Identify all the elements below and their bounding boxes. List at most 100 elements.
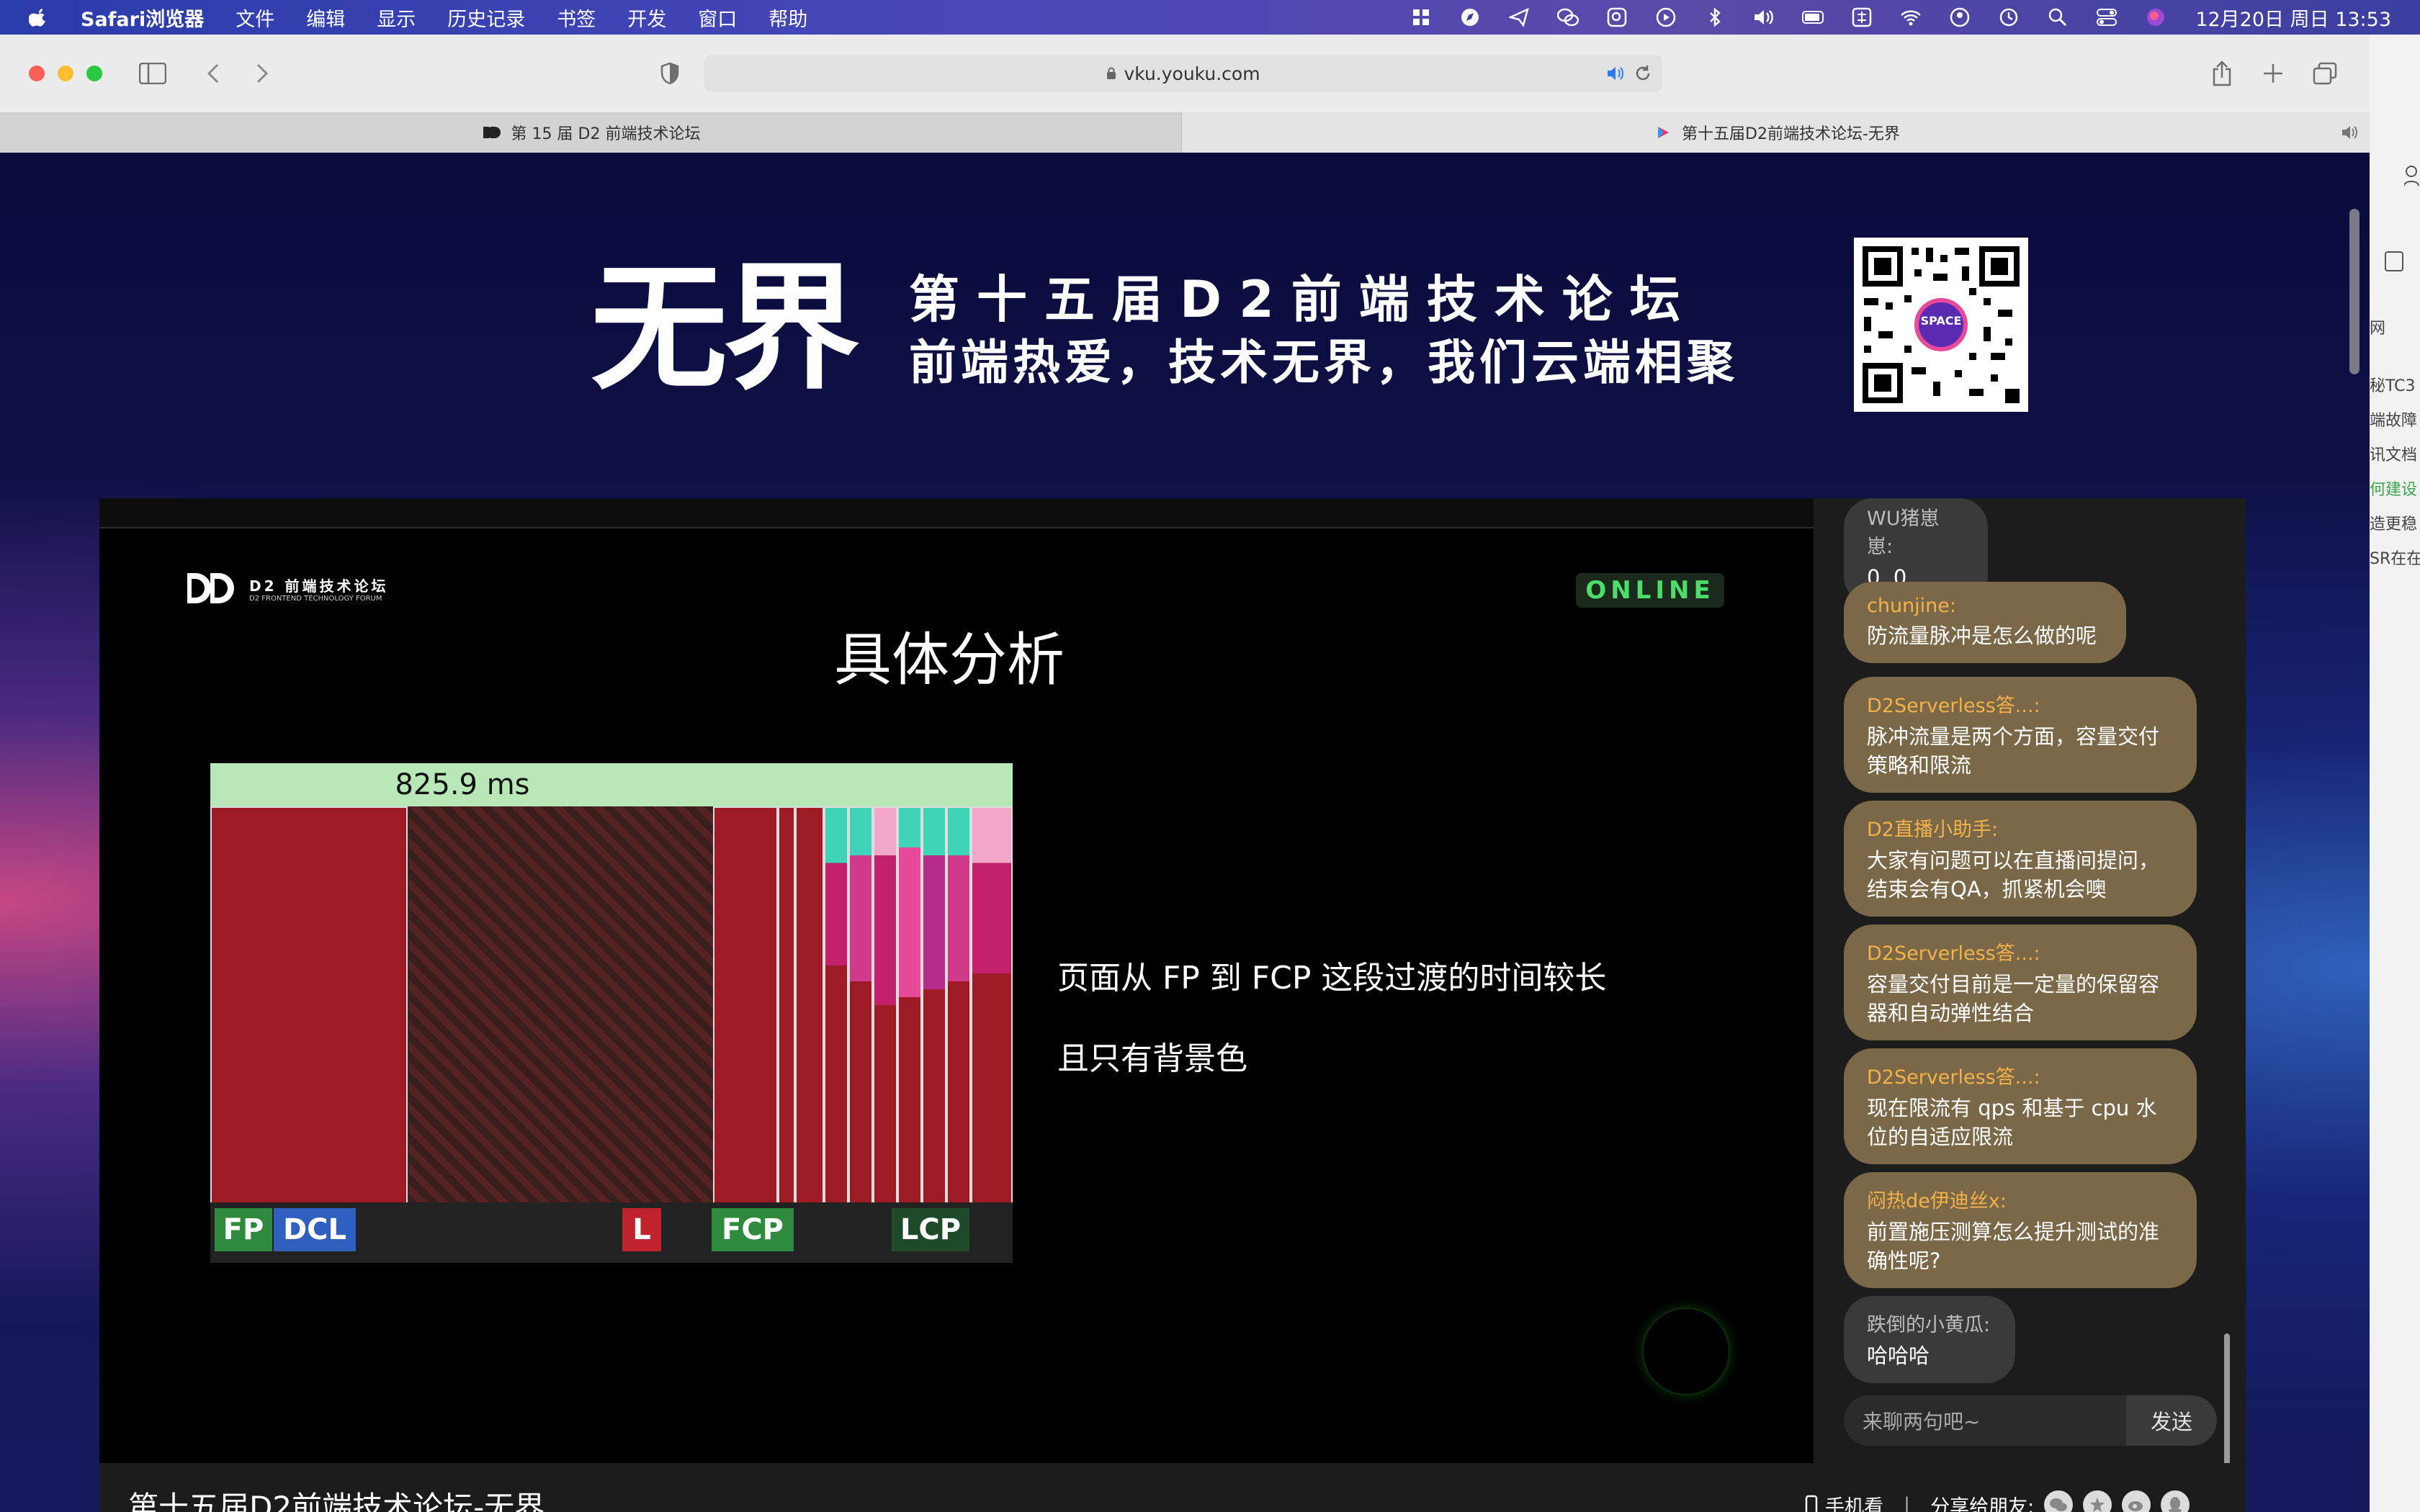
menu-edit[interactable]: 编辑 [306, 4, 345, 32]
filmstrip-frame [873, 806, 897, 1204]
wechat-share-icon[interactable] [2044, 1490, 2074, 1512]
peek-row: SR在在 [2370, 550, 2420, 568]
banner-slogan: 前端热爱，技术无界，我们云端相聚 [909, 335, 1739, 390]
filmstrip-frame [713, 806, 778, 1204]
mobile-watch-link[interactable]: 手机看 [1825, 1491, 1883, 1512]
chat-username: D2直播小助手: [1867, 819, 1999, 841]
wifi-icon[interactable] [1900, 6, 1922, 28]
forward-icon[interactable] [248, 59, 277, 88]
timing-header-right [714, 763, 1013, 806]
peek-user-icon [2403, 164, 2420, 190]
apple-icon[interactable] [29, 6, 49, 27]
safari-window: vku.youku.com 第 15 届 D2 前端技术论坛 第十五届D2前端技… [0, 35, 2370, 1512]
close-window-button[interactable] [29, 66, 45, 81]
url-text: vku.youku.com [1124, 63, 1260, 84]
menu-file[interactable]: 文件 [236, 4, 274, 32]
menu-history[interactable]: 历史记录 [447, 4, 525, 32]
chat-text: 脉冲流量是两个方面，容量交付策略和限流 [1867, 724, 2160, 778]
tab-label: 第十五届D2前端技术论坛-无界 [1682, 125, 1900, 143]
tab-d2-forum[interactable]: 第 15 届 D2 前端技术论坛 [0, 112, 1182, 153]
chat-message: chunjine: 防流量脉冲是怎么做的呢 [1844, 582, 2126, 663]
input-method-icon[interactable] [1851, 6, 1873, 28]
new-tab-icon[interactable] [2259, 59, 2287, 88]
reload-icon[interactable] [1634, 64, 1652, 83]
filmstrip-frame [778, 806, 795, 1204]
chat-input[interactable]: 来聊两句吧~ [1844, 1395, 2126, 1446]
play-icon[interactable] [1655, 6, 1677, 28]
youku-favicon-icon [1652, 125, 1675, 140]
lock-icon [1107, 67, 1116, 79]
tab-audio-icon[interactable] [1606, 65, 1626, 82]
share-icon[interactable] [2208, 59, 2236, 88]
menu-view[interactable]: 显示 [377, 4, 416, 32]
share-area: 手机看 | 分享给朋友: [1805, 1490, 2190, 1512]
filmstrip-frame [922, 806, 946, 1204]
tab-d2-wujie[interactable]: 第十五届D2前端技术论坛-无界 [1182, 112, 2370, 153]
send-button[interactable]: 发送 [2126, 1395, 2217, 1446]
weibo-share-icon[interactable] [2122, 1490, 2151, 1512]
slide-text-line1: 页面从 FP 到 FCP 这段过渡的时间较长 [1057, 960, 1607, 996]
chat-username: D2Serverless答...: [1867, 942, 2040, 965]
battery-icon[interactable] [1802, 6, 1824, 28]
menu-develop[interactable]: 开发 [627, 4, 666, 32]
browser-toolbar: vku.youku.com [0, 35, 2370, 113]
wechat-icon[interactable] [1557, 6, 1579, 28]
banner-logo: 无界 [591, 249, 860, 408]
tab-speaker-icon[interactable] [2341, 125, 2360, 140]
fullscreen-window-button[interactable] [86, 66, 102, 81]
send-icon[interactable] [1508, 6, 1530, 28]
chat-username: chunjine: [1867, 595, 1957, 617]
siri-icon[interactable] [2145, 6, 2166, 28]
tab-overview-icon[interactable] [2311, 59, 2339, 88]
control-center-icon[interactable] [2096, 6, 2118, 28]
spotlight-icon[interactable] [2047, 6, 2069, 28]
slide-title: 具体分析 [834, 626, 1065, 693]
marker-fp: FP [215, 1208, 272, 1251]
d2-logo-text: D2 前端技术论坛 [249, 577, 389, 595]
marker-lcp: LCP [892, 1208, 969, 1251]
page-scrollbar[interactable] [2349, 209, 2360, 374]
search-app-icon[interactable] [1606, 6, 1628, 28]
chat-text: 哈哈哈 [1867, 1344, 1930, 1368]
chat-message: D2直播小助手: 大家有问题可以在直播间提问，结束会有QA，抓紧机会噢 [1844, 801, 2197, 917]
web-page: 无界 第十五届D2前端技术论坛 前端热爱，技术无界，我们云端相聚 SPACE D… [0, 153, 2370, 1512]
minimize-window-button[interactable] [58, 66, 73, 81]
chat-message: 闷热de伊迪丝x: 前置施压测算怎么提升测试的准确性呢? [1844, 1172, 2197, 1288]
user-icon[interactable] [1949, 6, 1971, 28]
chat-username: 闷热de伊迪丝x: [1867, 1190, 2007, 1212]
tab-bar: 第 15 届 D2 前端技术论坛 第十五届D2前端技术论坛-无界 [0, 112, 2370, 153]
filmstrip-gap [409, 806, 713, 1204]
time-machine-icon[interactable] [1998, 6, 2020, 28]
slide-text-line2: 且只有背景色 [1057, 1040, 1247, 1077]
peek-row: 网 [2370, 320, 2386, 338]
bluetooth-icon[interactable] [1704, 6, 1726, 28]
phone-icon[interactable] [1805, 1495, 1818, 1512]
clock[interactable]: 12月20日 周日 13:53 [2195, 4, 2391, 32]
privacy-shield-icon[interactable] [655, 59, 684, 88]
address-bar[interactable]: vku.youku.com [704, 55, 1662, 92]
chat-message: D2Serverless答...: 现在限流有 qps 和基于 cpu 水位的自… [1844, 1048, 2197, 1164]
filmstrip-frame [848, 806, 873, 1204]
menu-bookmarks[interactable]: 书签 [557, 4, 596, 32]
filmstrip-frame [824, 806, 848, 1204]
grid-app-icon[interactable] [1410, 6, 1432, 28]
menu-window[interactable]: 窗口 [698, 4, 737, 32]
qq-share-icon[interactable] [2161, 1490, 2190, 1512]
chat-text: 现在限流有 qps 和基于 cpu 水位的自适应限流 [1867, 1096, 2157, 1149]
menu-app-name[interactable]: Safari浏览器 [81, 4, 204, 32]
background-window-peek: 网 秘TC3 端故障 讯文档 何建设 造更稳 SR在在 [2370, 35, 2420, 1512]
menu-help[interactable]: 帮助 [768, 4, 807, 32]
d2-logo-icon [186, 572, 238, 613]
volume-icon[interactable] [1753, 6, 1775, 28]
video-title: 第十五届D2前端技术论坛-无界 [128, 1490, 545, 1512]
qr-center-label: SPACE [1920, 314, 1962, 328]
favorite-share-icon[interactable] [2083, 1490, 2112, 1512]
back-icon[interactable] [199, 59, 228, 88]
compass-icon[interactable] [1459, 6, 1481, 28]
sidebar-toggle-icon[interactable] [138, 59, 167, 88]
video-player[interactable]: D2 前端技术论坛 D2 FRONTEND TECHNOLOGY FORUM O… [99, 498, 1814, 1463]
chat-message: 跌倒的小黄瓜: 哈哈哈 [1844, 1296, 2015, 1383]
peek-row: 造更稳 [2370, 516, 2418, 534]
tab-label: 第 15 届 D2 前端技术论坛 [511, 125, 701, 143]
menubar: Safari浏览器 文件 编辑 显示 历史记录 书签 开发 窗口 帮助 12月2… [0, 0, 2420, 35]
